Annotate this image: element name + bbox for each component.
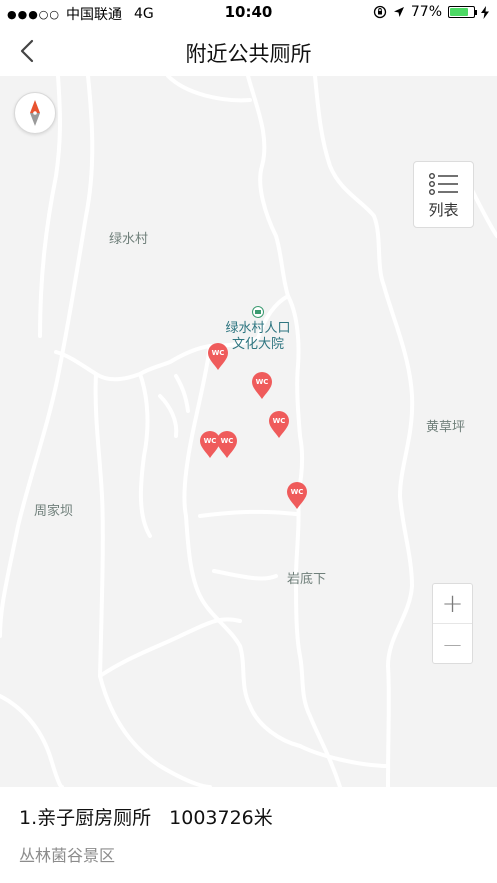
wc-marker-5[interactable]: WC xyxy=(216,431,238,459)
place-label-huangcaoping: 黄草坪 xyxy=(426,420,466,435)
poi-icon xyxy=(252,306,264,318)
wc-marker-6[interactable]: WC xyxy=(286,482,308,510)
place-label-zhoujiaba: 周家坝 xyxy=(34,504,74,519)
zoom-in-button[interactable]: + xyxy=(433,584,472,624)
wc-marker-text: WC xyxy=(211,349,225,357)
result-subtitle: 丛林菌谷景区 xyxy=(19,846,116,865)
nav-bar: 附近公共厕所 xyxy=(0,26,497,76)
result-distance: 1003726米 xyxy=(169,807,273,829)
wc-marker-text: WC xyxy=(272,417,286,425)
compass-button[interactable] xyxy=(14,92,56,134)
wc-marker-1[interactable]: WC xyxy=(207,343,229,371)
list-view-label: 列表 xyxy=(428,201,459,219)
place-label-yandixia: 岩底下 xyxy=(287,572,327,587)
battery-icon xyxy=(448,6,477,18)
map-pin-icon xyxy=(269,411,289,438)
battery-fill xyxy=(450,8,468,16)
map-pin-icon xyxy=(287,482,307,509)
wc-marker-text: WC xyxy=(255,378,269,386)
wc-marker-3[interactable]: WC xyxy=(268,411,290,439)
wc-marker-2[interactable]: WC xyxy=(251,372,273,400)
charging-bolt-icon xyxy=(481,5,489,19)
result-panel[interactable]: 1.亲子厨房厕所 1003726米 丛林菌谷景区 xyxy=(0,787,497,883)
wc-marker-text: WC xyxy=(220,437,234,445)
zoom-control: + — xyxy=(432,583,473,664)
poi-label: 绿水村人口 文化大院 xyxy=(218,321,298,353)
result-title: 1.亲子厨房厕所 xyxy=(19,807,152,829)
poi-label-line2: 文化大院 xyxy=(231,337,284,352)
map-view[interactable]: 绿水村 黄草坪 周家坝 岩底下 绿水村人口 文化大院 WC WC WC WC W… xyxy=(0,76,497,787)
status-right: 77% xyxy=(373,4,489,20)
rotation-lock-icon xyxy=(373,5,387,19)
battery-percent: 77% xyxy=(410,4,442,20)
place-label-lvshuicun: 绿水村 xyxy=(109,232,149,247)
list-view-button[interactable]: 列表 xyxy=(413,161,474,228)
map-pin-icon xyxy=(208,343,228,370)
screen: ●●●○○ 中国联通 4G 10:40 77% 附近公共厕所 绿水村 黄草坪 周… xyxy=(0,0,497,883)
status-bar: ●●●○○ 中国联通 4G 10:40 77% xyxy=(0,0,497,26)
map-pin-icon xyxy=(217,431,237,458)
page-title: 附近公共厕所 xyxy=(185,42,312,66)
poi-label-line1: 绿水村人口 xyxy=(225,321,291,336)
location-arrow-icon xyxy=(393,7,404,17)
compass-icon xyxy=(30,100,40,126)
zoom-out-button[interactable]: — xyxy=(433,624,472,664)
wc-marker-text: WC xyxy=(290,488,304,496)
result-title-row: 1.亲子厨房厕所 1003726米 xyxy=(19,803,273,830)
map-pin-icon xyxy=(252,372,272,399)
list-icon xyxy=(429,173,458,196)
